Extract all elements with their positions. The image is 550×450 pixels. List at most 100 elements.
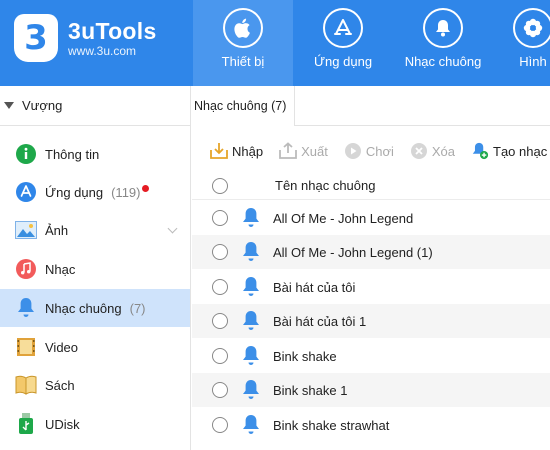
bell-icon [240, 276, 262, 298]
collapse-triangle-icon[interactable] [4, 102, 14, 109]
content-tab-bar: Nhạc chuông (7) [192, 86, 550, 126]
app-logo: 3 3uTools www.3u.com [14, 14, 157, 62]
tab-label: Ứng dụng [313, 54, 373, 69]
list-header: Tên nhạc chuông [192, 172, 550, 200]
play-button[interactable]: Chơi [344, 142, 394, 160]
export-icon [279, 142, 297, 160]
app-store-icon [323, 8, 363, 48]
bell-icon [15, 297, 37, 319]
export-button[interactable]: Xuất [279, 142, 328, 160]
row-select-radio[interactable] [212, 382, 228, 398]
row-select-radio[interactable] [212, 348, 228, 364]
app-url: www.3u.com [68, 44, 137, 58]
photo-icon [15, 219, 37, 241]
sidebar-item-nhac-chuong[interactable]: Nhạc chuông (7) [0, 289, 190, 327]
list-item[interactable]: Bink shake strawhat [192, 408, 550, 442]
bell-icon [240, 310, 262, 332]
ringtone-name: Bink shake [273, 348, 337, 364]
list-item[interactable]: Bink shake 1 [192, 373, 550, 407]
list-item[interactable]: Bài hát của tôi 1 [192, 304, 550, 338]
top-header: 3 3uTools www.3u.com Thiết bị Ứng dụng N… [0, 0, 550, 86]
ringtone-name: Bink shake 1 [273, 382, 348, 398]
row-select-radio[interactable] [212, 313, 228, 329]
sidebar-item-thong-tin[interactable]: Thông tin [0, 135, 190, 173]
device-name: Vượng [22, 98, 63, 113]
sidebar-item-label: Nhạc chuông [45, 300, 122, 316]
sidebar-item-anh[interactable]: Ảnh [0, 211, 190, 249]
import-icon [210, 142, 228, 160]
delete-icon [410, 142, 428, 160]
row-select-radio[interactable] [212, 417, 228, 433]
app-store-icon [15, 181, 37, 203]
list-item[interactable]: Bài hát của tôi [192, 270, 550, 304]
tab-ung-dung[interactable]: Ứng dụng [293, 0, 393, 86]
toolbar: Nhập Xuất Chơi Xóa Tạo nhạc [192, 134, 550, 168]
sidebar-item-label: Sách [45, 377, 75, 393]
info-icon [15, 143, 37, 165]
sidebar-item-udisk[interactable]: UDisk [0, 405, 190, 443]
play-icon [344, 142, 362, 160]
delete-label: Xóa [431, 143, 455, 159]
sidebar-item-sach[interactable]: Sách [0, 366, 190, 404]
ringtone-name: All Of Me - John Legend [273, 210, 414, 226]
bell-icon [240, 241, 262, 263]
play-label: Chơi [365, 143, 394, 159]
sidebar-item-label: Nhạc [45, 261, 76, 277]
sidebar-item-label: Video [45, 339, 79, 355]
main-panel: Nhạc chuông (7) Nhập Xuất Chơi Xóa Tạo n… [192, 86, 550, 450]
delete-button[interactable]: Xóa [410, 142, 455, 160]
apple-icon [223, 8, 263, 48]
logo-badge: 3 [14, 14, 58, 62]
ringtone-count: (7) [129, 300, 146, 316]
sidebar-item-ung-dung[interactable]: Ứng dụng (119) [0, 173, 190, 211]
sidebar-item-nhac[interactable]: Nhạc [0, 250, 190, 288]
logo-text: 3uTools www.3u.com [68, 18, 157, 58]
ringtone-name: Bink shake strawhat [273, 417, 390, 433]
book-icon [15, 374, 37, 396]
sidebar-item-label: Thông tin [45, 146, 100, 162]
chevron-down-icon[interactable] [167, 223, 178, 234]
logo-glyph: 3 [24, 18, 48, 58]
list-item[interactable]: All Of Me - John Legend (1) [192, 235, 550, 269]
sidebar: Vượng Thông tin Ứng dụng (119) Ảnh Nhạc … [0, 86, 191, 450]
sidebar-item-label: Ứng dụng [45, 184, 104, 200]
row-select-radio[interactable] [212, 244, 228, 260]
device-selector[interactable]: Vượng [0, 86, 190, 126]
tab-thiet-bi[interactable]: Thiết bị [193, 0, 293, 86]
create-label: Tạo nhạc [493, 143, 548, 159]
row-select-radio[interactable] [212, 279, 228, 295]
bell-icon [240, 414, 262, 436]
tab-label: Nhạc chuông [404, 54, 482, 69]
list-item[interactable]: Bink shake [192, 339, 550, 373]
tab-nhac-chuong[interactable]: Nhạc chuông [393, 0, 493, 86]
music-icon [15, 258, 37, 280]
bell-icon [423, 8, 463, 48]
film-icon [15, 336, 37, 358]
column-header-name: Tên nhạc chuông [275, 178, 376, 193]
ringtone-name: Bài hát của tôi 1 [273, 313, 367, 329]
bell-icon [240, 345, 262, 367]
sidebar-item-label: UDisk [45, 416, 80, 432]
tab-label: Hình [519, 54, 547, 69]
tab-hinh[interactable]: Hình [493, 0, 550, 86]
tab-label: Thiết bị [221, 54, 265, 69]
usb-icon [15, 413, 37, 435]
export-label: Xuất [301, 143, 328, 159]
import-label: Nhập [232, 143, 264, 159]
app-name: 3uTools [68, 18, 157, 44]
notification-badge [142, 184, 150, 192]
app-count: (119) [111, 184, 141, 200]
list-item[interactable]: All Of Me - John Legend [192, 201, 550, 235]
select-all-radio[interactable] [212, 177, 228, 194]
flower-icon [513, 8, 550, 48]
sidebar-item-label: Ảnh [45, 222, 69, 238]
tab-ringtones[interactable]: Nhạc chuông (7) [192, 86, 295, 126]
import-button[interactable]: Nhập [210, 142, 263, 160]
row-select-radio[interactable] [212, 210, 228, 226]
ringtone-name: All Of Me - John Legend (1) [273, 244, 433, 260]
sidebar-item-video[interactable]: Video [0, 328, 190, 366]
bell-icon [240, 207, 262, 229]
tab-ringtones-label: Nhạc chuông (7) [194, 99, 287, 113]
bell-icon [240, 379, 262, 401]
create-ringtone-button[interactable]: Tạo nhạc [471, 142, 547, 160]
